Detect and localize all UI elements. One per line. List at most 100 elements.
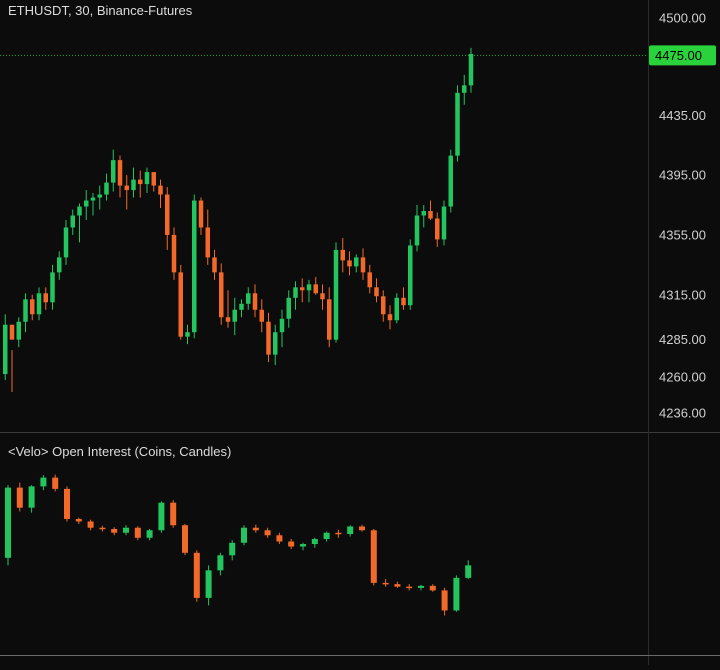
price-candle-body xyxy=(232,309,237,322)
oi-candle[interactable] xyxy=(453,575,460,612)
price-candle-body xyxy=(259,309,264,322)
oi-candle-body xyxy=(252,527,259,531)
oi-candle[interactable] xyxy=(182,523,188,556)
price-candle[interactable] xyxy=(441,200,447,246)
price-candle-body xyxy=(192,200,197,333)
oi-candle-body xyxy=(158,502,165,531)
oi-candle[interactable] xyxy=(193,550,200,602)
price-candle-body xyxy=(313,284,318,294)
price-candle[interactable] xyxy=(219,263,224,325)
current-price-badge-label: 4475.00 xyxy=(655,48,702,63)
oi-candle-body xyxy=(123,527,129,533)
oi-candle-body xyxy=(429,585,436,591)
price-axis-tick-label: 4395.00 xyxy=(659,168,706,183)
oi-candle-body xyxy=(75,518,82,522)
oi-candle-body xyxy=(300,544,306,547)
price-candle-body xyxy=(185,332,190,337)
oi-candle-body xyxy=(134,527,141,538)
price-candle-body xyxy=(448,155,453,207)
price-candle[interactable] xyxy=(448,149,454,213)
price-candle-body xyxy=(23,299,28,322)
price-candle-body xyxy=(225,317,231,322)
price-candle-body xyxy=(104,182,109,195)
price-candle-body xyxy=(381,296,386,315)
price-candle-body xyxy=(468,53,474,86)
price-candle-body xyxy=(97,194,102,198)
price-candle-body xyxy=(158,185,163,195)
oi-candle[interactable] xyxy=(64,486,70,522)
price-candle-body xyxy=(3,324,8,375)
price-candle-body xyxy=(421,211,426,216)
chart-background xyxy=(0,0,720,665)
price-candle[interactable] xyxy=(408,239,413,310)
price-candle-body xyxy=(360,257,366,273)
price-candle-body xyxy=(43,293,48,303)
oi-candle[interactable] xyxy=(241,525,247,546)
price-candle-body xyxy=(171,234,177,273)
price-axis-tick-label: 4500.00 xyxy=(659,11,706,26)
oi-candle-body xyxy=(347,526,354,534)
price-candle[interactable] xyxy=(192,194,197,339)
price-candle-body xyxy=(367,272,372,288)
price-candle-body xyxy=(198,200,204,228)
price-candle-body xyxy=(212,257,217,273)
price-candle-body xyxy=(63,227,69,258)
oi-candle[interactable] xyxy=(5,485,11,566)
oi-candle-body xyxy=(217,555,224,571)
price-candle-body xyxy=(57,257,62,273)
price-candle[interactable] xyxy=(455,85,460,162)
price-candle-body xyxy=(340,249,345,261)
price-candle-body xyxy=(300,287,305,291)
price-candle-body xyxy=(144,172,150,185)
price-candle-body xyxy=(266,321,271,355)
price-candle[interactable] xyxy=(333,242,339,343)
price-candle-body xyxy=(111,160,116,183)
price-candle-body xyxy=(435,218,440,240)
price-candle-body xyxy=(131,179,136,191)
oi-candle-body xyxy=(99,527,106,530)
oi-candle-body xyxy=(276,535,283,542)
oi-candle-body xyxy=(453,577,460,611)
oi-candle-body xyxy=(193,552,200,598)
price-candle-body xyxy=(462,85,467,93)
price-candle-body xyxy=(124,185,129,191)
oi-candle-body xyxy=(264,530,271,536)
current-price-badge: 4475.00 xyxy=(649,45,716,66)
price-candle-body xyxy=(178,272,183,337)
price-candle[interactable] xyxy=(178,264,184,340)
price-candle-body xyxy=(90,197,96,201)
price-axis-tick-label: 4315.00 xyxy=(659,287,706,302)
price-candle-body xyxy=(165,194,170,235)
price-candle-body xyxy=(408,245,413,306)
price-candle[interactable] xyxy=(171,227,177,280)
price-candle-body xyxy=(306,284,312,291)
oi-candle-body xyxy=(229,542,236,556)
price-candle-body xyxy=(16,321,21,340)
oi-candle-body xyxy=(359,526,365,531)
price-candle-body xyxy=(293,287,298,298)
price-candle-body xyxy=(279,318,285,333)
price-candle-body xyxy=(320,293,325,300)
price-candle-body xyxy=(70,215,75,228)
oi-candle-body xyxy=(465,565,472,578)
chart-canvas[interactable]: 4500.00 4435.00 4395.00 4355.00 4315.00 4285.… xyxy=(0,0,720,665)
oi-candle-body xyxy=(5,487,11,558)
oi-candle[interactable] xyxy=(158,501,165,533)
price-candle-body xyxy=(77,206,82,216)
oi-candle-body xyxy=(406,586,413,589)
oi-candle[interactable] xyxy=(370,528,377,586)
price-candle-body xyxy=(246,293,251,304)
oi-candle[interactable] xyxy=(170,500,177,528)
price-candle[interactable] xyxy=(394,293,400,324)
price-candle-body xyxy=(205,227,210,258)
oi-candle-body xyxy=(182,525,188,553)
price-candle-body xyxy=(84,200,89,207)
price-candle-body xyxy=(354,257,359,267)
oi-candle-body xyxy=(241,527,247,543)
price-axis-tick-label: 4355.00 xyxy=(659,227,706,242)
oi-candle-body xyxy=(370,530,377,583)
oi-candle-body xyxy=(335,532,342,535)
oi-candle-body xyxy=(288,541,295,547)
price-candle-body xyxy=(219,272,224,318)
price-candle-body xyxy=(455,92,460,156)
